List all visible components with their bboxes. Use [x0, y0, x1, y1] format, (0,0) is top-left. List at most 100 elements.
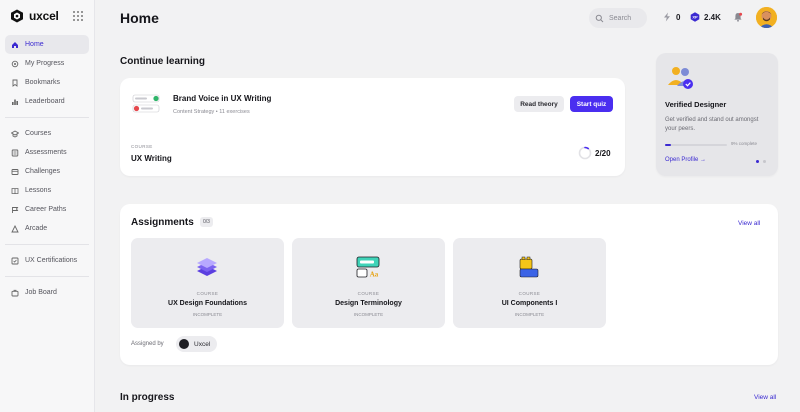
sidebar-item-label: Challenges	[25, 168, 61, 175]
assigned-by-label: Assigned by	[131, 341, 164, 347]
sidebar-item-bookmarks[interactable]: Bookmarks	[5, 73, 89, 92]
verified-designer-promo[interactable]: Verified Designer Get verified and stand…	[656, 53, 778, 176]
job-board-icon	[11, 289, 19, 296]
sidebar-item-label: Lessons	[25, 187, 52, 194]
sidebar-item-courses[interactable]: Courses	[5, 124, 89, 143]
course-kicker: COURSE	[131, 144, 153, 149]
assessments-icon	[11, 149, 19, 156]
sidebar-item-challenges[interactable]: Challenges	[5, 162, 89, 181]
progress-icon	[11, 60, 19, 67]
points-counter[interactable]: XP 2.4K	[690, 12, 721, 22]
continue-learning-title: Continue learning	[120, 56, 205, 67]
sidebar-item-label: Leaderboard	[25, 98, 65, 105]
tile-kicker: COURSE	[357, 291, 380, 296]
bookmark-icon	[12, 79, 18, 87]
open-profile-link[interactable]: Open Profile →	[665, 157, 706, 163]
assignments-title: Assignments	[131, 217, 194, 228]
lesson-meta: Content Strategy • 11 exercises	[173, 109, 250, 115]
leaderboard-icon	[12, 99, 18, 105]
promo-title: Verified Designer	[665, 100, 727, 109]
uxcel-logo-icon	[11, 9, 23, 23]
course-name[interactable]: UX Writing	[131, 154, 172, 163]
points-value: 2.4K	[704, 12, 721, 22]
search-icon	[595, 14, 604, 22]
career-paths-icon	[12, 206, 19, 213]
streak-counter[interactable]: 0	[662, 12, 680, 22]
sidebar-item-label: Job Board	[25, 289, 57, 296]
sidebar-item-label: Home	[25, 41, 44, 48]
arcade-icon	[11, 224, 19, 232]
sidebar-item-label: My Progress	[25, 60, 65, 67]
assignments-view-all-link[interactable]: View all	[738, 220, 760, 227]
assignments-count-badge: 0/3	[200, 217, 213, 227]
apps-grid-icon[interactable]	[73, 11, 83, 21]
challenges-icon	[11, 168, 19, 175]
promo-description: Get verified and stand out amongst your …	[665, 117, 759, 132]
svg-text:Aa: Aa	[370, 271, 379, 279]
lesson-title[interactable]: Brand Voice in UX Writing	[173, 94, 271, 103]
sidebar-item-label: Arcade	[25, 225, 48, 232]
in-progress-view-all-link[interactable]: View all	[754, 394, 776, 401]
certification-icon	[11, 257, 19, 264]
sidebar-item-label: Courses	[25, 130, 52, 137]
sidebar-item-label: Bookmarks	[25, 79, 61, 86]
sidebar: uxcel Home My Progress Bookmarks Leaderb…	[0, 0, 95, 412]
typography-icon: Aa	[356, 256, 380, 279]
tile-name: UI Components I	[501, 300, 558, 307]
sidebar-item-leaderboard[interactable]: Leaderboard	[5, 92, 89, 111]
tile-name: Design Terminology	[335, 300, 402, 307]
assignment-tile[interactable]: COURSE UX Design Foundations INCOMPLETE	[131, 238, 284, 328]
sidebar-item-job-board[interactable]: Job Board	[5, 283, 89, 302]
promo-progress-bar	[665, 144, 727, 146]
verified-users-icon	[668, 67, 693, 89]
search-input[interactable]: Search	[589, 8, 647, 28]
assignments-card: Assignments 0/3 View all COURSE UX Desig…	[120, 204, 778, 365]
page-title: Home	[120, 10, 159, 26]
in-progress-title: In progress	[120, 392, 175, 403]
start-quiz-button[interactable]: Start quiz	[570, 96, 613, 112]
brand[interactable]: uxcel	[10, 9, 59, 23]
sidebar-item-ux-certifications[interactable]: UX Certifications	[5, 251, 89, 270]
divider	[5, 276, 89, 277]
sidebar-item-assessments[interactable]: Assessments	[5, 143, 89, 162]
assigner-name: Uxcel	[194, 340, 211, 348]
continue-learning-card[interactable]: Brand Voice in UX Writing Content Strate…	[120, 78, 625, 176]
sidebar-nav: Home My Progress Bookmarks Leaderboard C…	[5, 35, 89, 302]
xp-badge-icon: XP	[690, 12, 700, 22]
tile-status: INCOMPLETE	[514, 312, 545, 317]
sidebar-item-label: Assessments	[25, 149, 67, 156]
tile-kicker: COURSE	[518, 291, 541, 296]
sidebar-item-my-progress[interactable]: My Progress	[5, 54, 89, 73]
tile-status: INCOMPLETE	[353, 312, 384, 317]
sidebar-item-label: UX Certifications	[25, 257, 78, 264]
sidebar-item-label: Career Paths	[25, 206, 67, 213]
lessons-icon	[11, 187, 19, 194]
blocks-icon	[519, 256, 539, 278]
svg-text:XP: XP	[692, 15, 698, 20]
avatar[interactable]	[756, 7, 777, 28]
courses-icon	[11, 129, 19, 138]
assignment-tile[interactable]: COURSE UI Components I INCOMPLETE	[453, 238, 606, 328]
read-theory-button[interactable]: Read theory	[514, 96, 564, 112]
progress-ring	[578, 146, 592, 160]
brand-name: uxcel	[29, 9, 59, 23]
tile-name: UX Design Foundations	[168, 300, 247, 307]
tile-kicker: COURSE	[196, 291, 219, 296]
streak-value: 0	[676, 12, 681, 22]
divider	[5, 244, 89, 245]
sidebar-item-lessons[interactable]: Lessons	[5, 181, 89, 200]
home-icon	[12, 41, 18, 48]
tile-status: INCOMPLETE	[192, 312, 223, 317]
sidebar-item-arcade[interactable]: Arcade	[5, 219, 89, 238]
divider	[5, 117, 89, 118]
carousel-dots[interactable]	[756, 160, 766, 163]
sidebar-item-home[interactable]: Home	[5, 35, 89, 54]
search-placeholder: Search	[609, 14, 632, 22]
notification-bell-icon[interactable]	[733, 12, 743, 22]
avatar-image	[756, 7, 777, 28]
assigner-chip[interactable]: Uxcel	[176, 336, 218, 352]
assignment-tile[interactable]: Aa COURSE Design Terminology INCOMPLETE	[292, 238, 445, 328]
lightning-icon	[664, 12, 670, 22]
sidebar-item-career-paths[interactable]: Career Paths	[5, 200, 89, 219]
layers-icon	[197, 258, 217, 276]
